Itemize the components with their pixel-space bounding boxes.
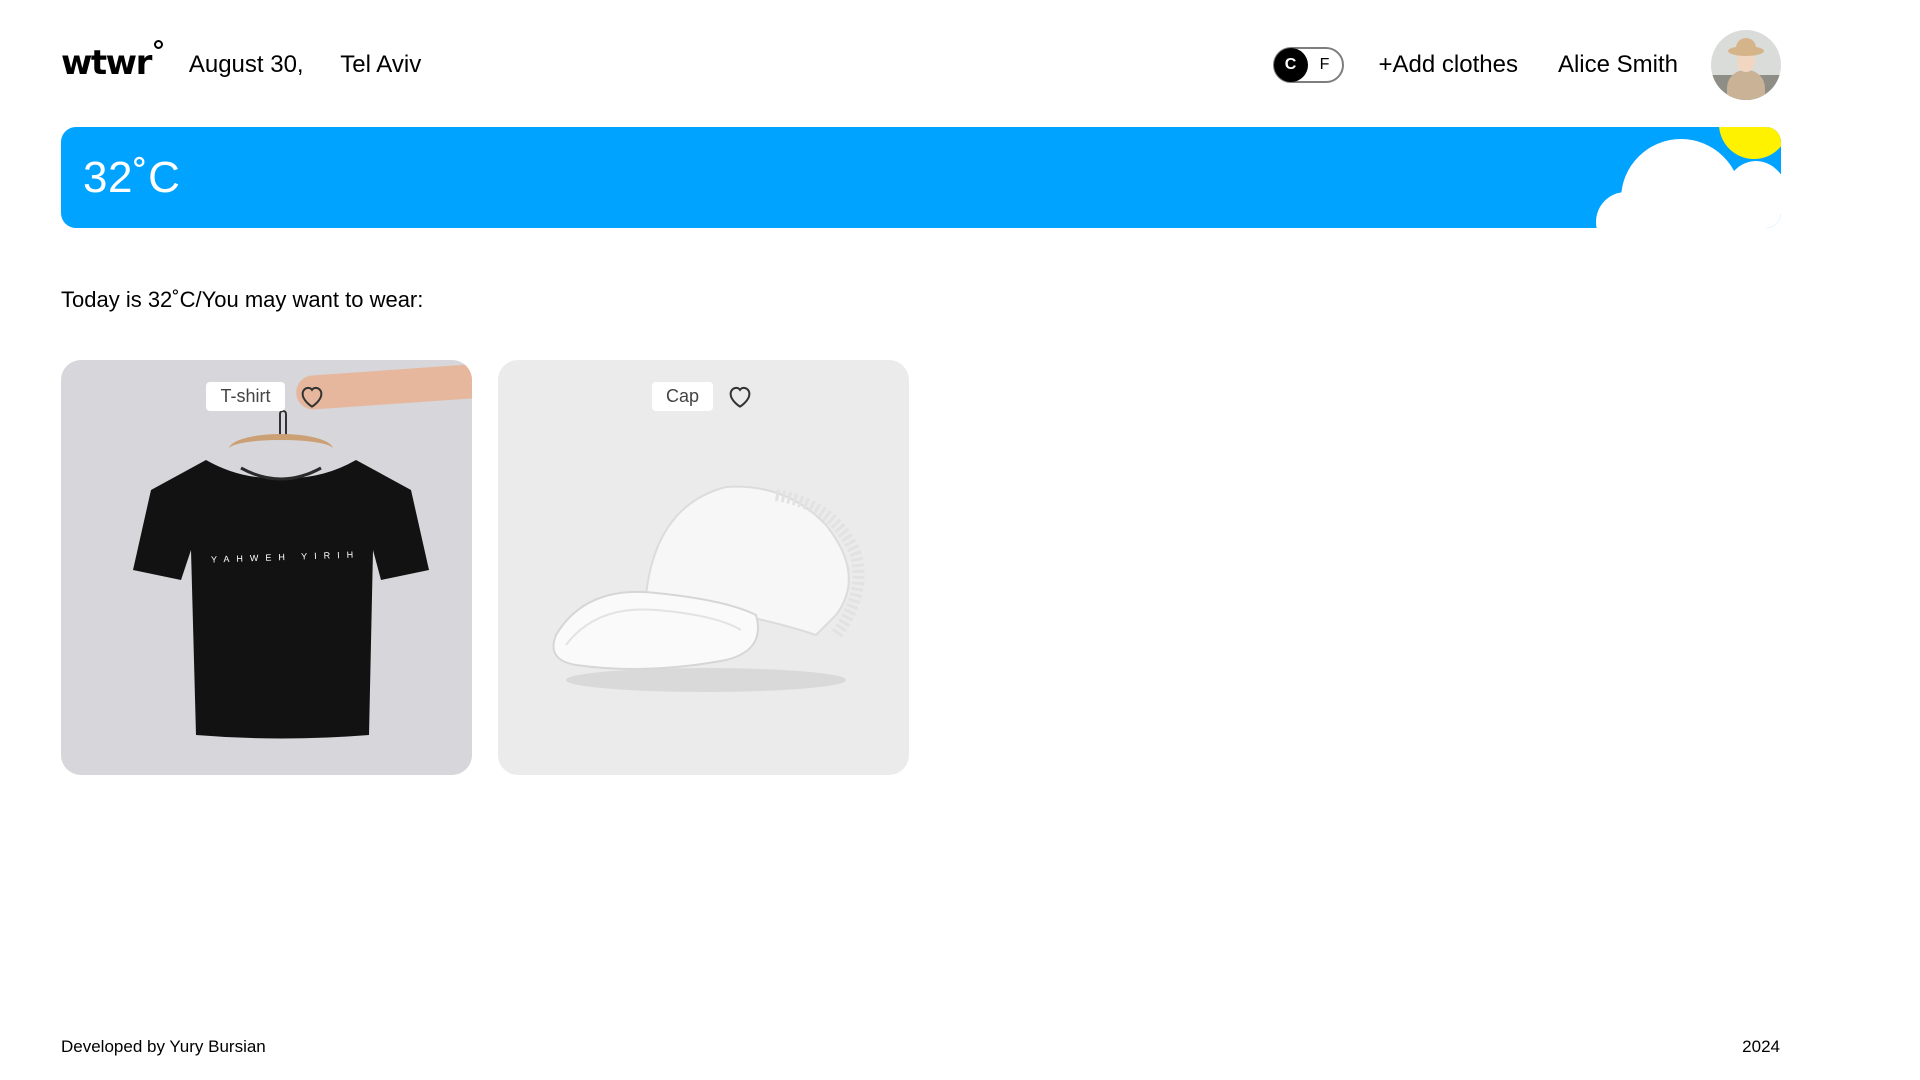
footer-credit: Developed by Yury Bursian xyxy=(61,1037,266,1056)
clothing-card[interactable]: Cap xyxy=(498,360,909,775)
recommendation-heading: Today is 32˚C/You may want to wear: xyxy=(61,287,424,312)
card-name-label: T-shirt xyxy=(206,381,285,411)
card-header: Cap xyxy=(498,381,909,411)
avatar[interactable] xyxy=(1711,30,1781,100)
current-date: August 30, xyxy=(188,51,304,78)
unit-celsius-label: C xyxy=(1284,56,1297,73)
weather-card: 32˚C xyxy=(61,127,1781,228)
unit-fahrenheit-label: F xyxy=(1319,56,1330,73)
temperature-unit-toggle[interactable]: C F xyxy=(1272,47,1344,83)
sun-shape xyxy=(1719,127,1781,159)
date-location: August 30, Tel Aviv xyxy=(189,51,421,79)
footer-year: 2024 xyxy=(1742,1037,1780,1056)
add-clothes-button[interactable]: +Add clothes xyxy=(1379,51,1518,79)
card-header: T-shirt xyxy=(61,381,472,411)
current-location: Tel Aviv xyxy=(340,51,422,78)
hanger-hook-shape xyxy=(279,410,287,436)
heart-icon[interactable] xyxy=(297,381,327,411)
user-name[interactable]: Alice Smith xyxy=(1558,51,1678,79)
clothing-cards-list: T-shirt YAHWEH YIRIH Cap xyxy=(61,360,909,775)
avatar-hat-crown xyxy=(1736,38,1756,50)
card-name-label: Cap xyxy=(651,381,714,411)
weather-temperature: 32˚C xyxy=(83,153,181,202)
logo-degree-mark xyxy=(153,40,163,49)
tshirt-shape xyxy=(133,460,429,739)
header: wtwr August 30, Tel Aviv C F +Add clothe… xyxy=(61,30,1781,100)
heart-icon[interactable] xyxy=(725,381,755,411)
cap-image xyxy=(552,485,865,692)
clothing-card[interactable]: T-shirt YAHWEH YIRIH xyxy=(61,360,472,775)
page: wtwr August 30, Tel Aviv C F +Add clothe… xyxy=(0,0,1920,1080)
logo-text: wtwr xyxy=(61,43,152,83)
logo[interactable]: wtwr xyxy=(61,40,163,83)
avatar-body xyxy=(1727,70,1765,100)
